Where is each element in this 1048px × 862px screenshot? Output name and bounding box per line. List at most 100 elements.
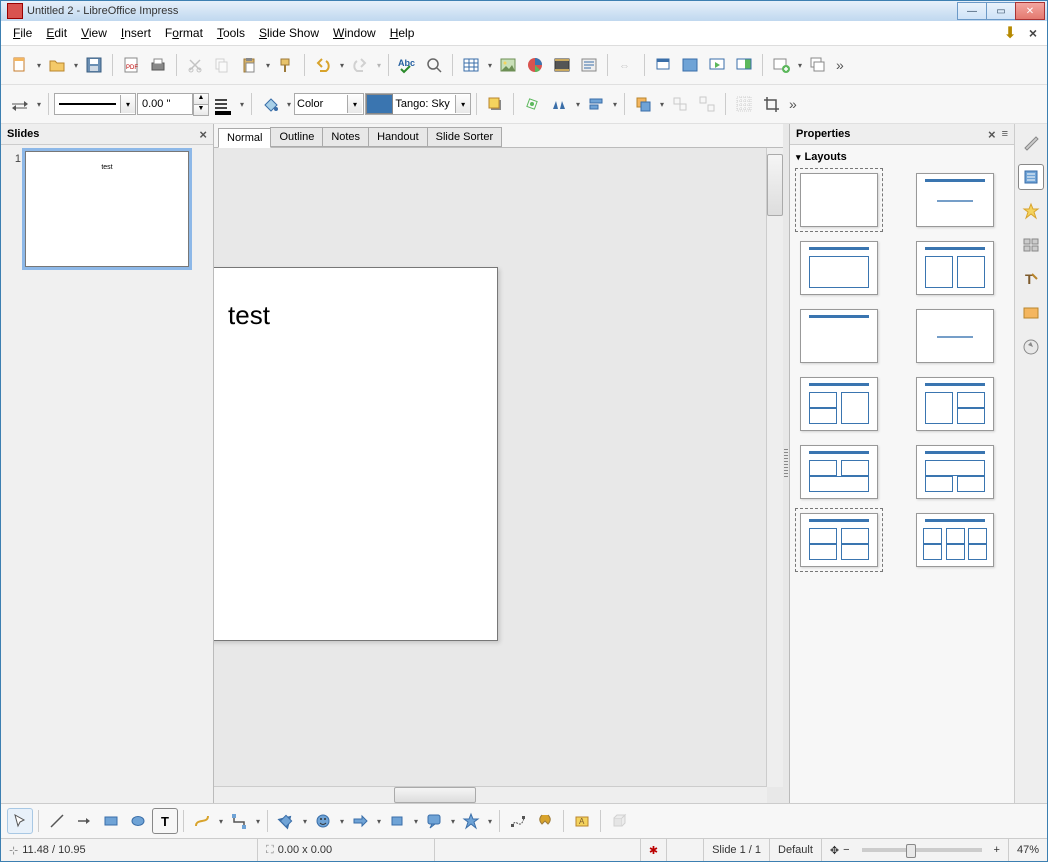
slides-panel-close[interactable]: × [199, 127, 207, 142]
shadow-button[interactable] [482, 91, 508, 117]
align-button[interactable]: ▾ [583, 91, 609, 117]
export-pdf-button[interactable]: PDF [118, 52, 144, 78]
save-button[interactable] [81, 52, 107, 78]
tab-slide-sorter[interactable]: Slide Sorter [427, 127, 502, 147]
insert-chart-button[interactable] [522, 52, 548, 78]
arrow-style-button[interactable]: ▾ [7, 91, 33, 117]
layouts-section-header[interactable]: ▾ Layouts [796, 149, 1008, 165]
sidebar-properties-icon[interactable] [1018, 164, 1044, 190]
gluepoints-tool[interactable] [532, 808, 558, 834]
zoom-in-button[interactable]: + [994, 844, 1000, 856]
edit-points-tool[interactable] [505, 808, 531, 834]
select-tool[interactable] [7, 808, 33, 834]
ellipse-tool[interactable] [125, 808, 151, 834]
layout-title-two-over-one[interactable] [800, 377, 878, 431]
extrusion-tool[interactable] [606, 808, 632, 834]
line-width-down[interactable]: ▼ [193, 105, 209, 116]
layout-four[interactable] [800, 513, 878, 567]
connector-tool[interactable]: ▾ [226, 808, 252, 834]
line-tool[interactable] [44, 808, 70, 834]
menu-file[interactable]: File [7, 24, 38, 42]
tab-normal[interactable]: Normal [218, 128, 271, 148]
crop-button[interactable] [758, 91, 784, 117]
slide-from-current-button[interactable] [731, 52, 757, 78]
zoom-percent[interactable]: 47% [1009, 839, 1047, 861]
layout-six[interactable] [916, 513, 994, 567]
insert-text-button[interactable] [576, 52, 602, 78]
layout-centered[interactable] [916, 309, 994, 363]
line-style-combo[interactable]: ▾ [54, 93, 136, 115]
grid-button[interactable] [731, 91, 757, 117]
slide-master-button[interactable] [650, 52, 676, 78]
close-button[interactable]: ✕ [1015, 2, 1045, 20]
insert-av-button[interactable] [549, 52, 575, 78]
menu-slideshow[interactable]: Slide Show [253, 24, 325, 42]
cut-button[interactable] [182, 52, 208, 78]
arrow-tool[interactable] [71, 808, 97, 834]
properties-close[interactable]: × [988, 127, 996, 142]
fill-color-combo[interactable]: ▾ [365, 93, 471, 115]
toolbar2-overflow-button[interactable]: » [785, 96, 801, 112]
fill-button[interactable]: ▾ [257, 91, 283, 117]
copy-button[interactable] [209, 52, 235, 78]
rectangle-tool[interactable] [98, 808, 124, 834]
vertical-scrollbar[interactable] [766, 148, 783, 787]
sidebar-star-icon[interactable] [1018, 198, 1044, 224]
fit-page-button[interactable]: ✥ [830, 844, 839, 857]
zoom-out-button[interactable]: − [843, 844, 849, 856]
close-document-button[interactable]: × [1025, 25, 1041, 41]
fill-mode-combo[interactable]: ▾ [294, 93, 364, 115]
print-button[interactable] [145, 52, 171, 78]
zoom-button[interactable] [421, 52, 447, 78]
tab-handout[interactable]: Handout [368, 127, 428, 147]
insert-hyperlink-button[interactable]: ⇔ [613, 52, 639, 78]
tab-notes[interactable]: Notes [322, 127, 369, 147]
layout-title-content[interactable] [916, 173, 994, 227]
curve-tool[interactable]: ▾ [189, 808, 215, 834]
line-width-up[interactable]: ▲ [193, 93, 209, 105]
redo-button[interactable]: ▾ [347, 52, 373, 78]
menu-format[interactable]: Format [159, 24, 209, 42]
layout-title-one[interactable] [800, 241, 878, 295]
menu-edit[interactable]: Edit [40, 24, 73, 42]
menu-tools[interactable]: Tools [211, 24, 251, 42]
splitter[interactable] [783, 124, 789, 803]
block-arrows-tool[interactable]: ▾ [347, 808, 373, 834]
new-button[interactable]: ▾ [7, 52, 33, 78]
zoom-slider[interactable] [862, 848, 982, 852]
sidebar-animation-icon[interactable] [1018, 300, 1044, 326]
maximize-button[interactable]: ▭ [986, 2, 1016, 20]
layout-blank[interactable] [800, 173, 878, 227]
clone-formatting-button[interactable] [273, 52, 299, 78]
sidebar-gallery-icon[interactable] [1018, 232, 1044, 258]
layout-one-over-two[interactable] [916, 445, 994, 499]
insert-image-button[interactable] [495, 52, 521, 78]
open-button[interactable]: ▾ [44, 52, 70, 78]
tab-outline[interactable]: Outline [270, 127, 323, 147]
properties-menu-icon[interactable]: ≡ [1002, 128, 1008, 140]
ungroup-button[interactable] [694, 91, 720, 117]
line-width-input[interactable] [137, 93, 193, 115]
sidebar-settings-icon[interactable] [1018, 130, 1044, 156]
slide-layout-button[interactable] [677, 52, 703, 78]
rotate-button[interactable] [519, 91, 545, 117]
basic-shapes-tool[interactable]: ▾ [273, 808, 299, 834]
slide-canvas[interactable]: test [214, 267, 498, 641]
layout-title-only[interactable] [800, 309, 878, 363]
update-icon[interactable]: ⬇ [1003, 23, 1016, 43]
horizontal-scrollbar[interactable] [214, 786, 767, 803]
page-style[interactable]: Default [770, 839, 822, 861]
sidebar-navigator-icon[interactable] [1018, 334, 1044, 360]
slide-title-text[interactable]: test [214, 300, 497, 331]
undo-button[interactable]: ▾ [310, 52, 336, 78]
start-slideshow-button[interactable] [704, 52, 730, 78]
callouts-tool[interactable]: ▾ [421, 808, 447, 834]
fontwork-tool[interactable]: A [569, 808, 595, 834]
flip-button[interactable]: ▾ [546, 91, 572, 117]
layout-title-one-over-two[interactable] [916, 377, 994, 431]
line-color-button[interactable]: ▾ [210, 91, 236, 117]
menu-insert[interactable]: Insert [115, 24, 157, 42]
toolbar-overflow-button[interactable]: » [832, 57, 848, 73]
insert-table-button[interactable]: ▾ [458, 52, 484, 78]
layout-title-two[interactable] [916, 241, 994, 295]
